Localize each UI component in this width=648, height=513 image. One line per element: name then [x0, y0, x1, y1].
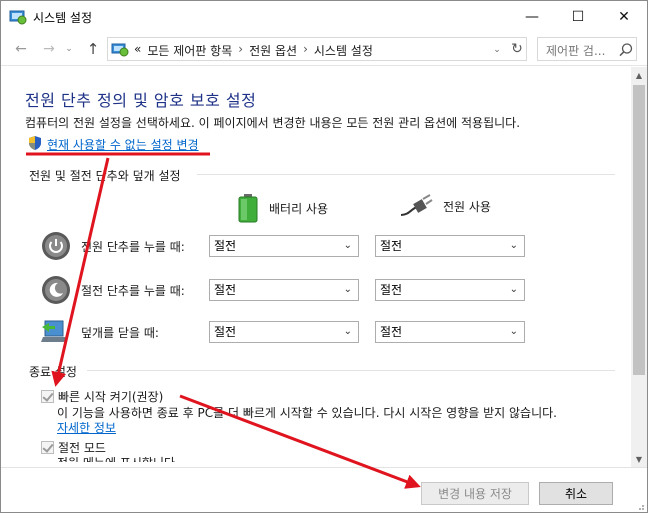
sleep-button-icon [42, 276, 70, 304]
title-bar: 시스템 설정 — ☐ ✕ [1, 1, 647, 32]
arrow-right-icon: → [43, 41, 55, 57]
scroll-down-button[interactable]: ▼ [631, 451, 647, 467]
chevron-down-icon: ⌄ [509, 240, 518, 251]
forward-button[interactable]: → [39, 40, 59, 58]
triangle-up-icon: ▲ [635, 70, 643, 80]
refresh-button[interactable]: ↻ [508, 40, 526, 58]
page-title: 전원 단추 정의 및 암호 보호 설정 [25, 91, 257, 110]
battery-icon [238, 194, 258, 223]
breadcrumb-separator: › [238, 42, 244, 56]
sleep-checkbox[interactable] [41, 441, 54, 454]
uac-shield-icon [29, 136, 41, 150]
power-button-label: 전원 단추를 누를 때: [81, 240, 185, 254]
maximize-icon: ☐ [571, 8, 585, 25]
column-label-battery: 배터리 사용 [269, 201, 329, 216]
breadcrumb-overflow[interactable]: « [134, 42, 141, 59]
chevron-down-icon: ⌄ [509, 326, 518, 337]
search-placeholder: 제어판 검... [546, 44, 606, 58]
chevron-down-icon: ⌄ [343, 284, 352, 295]
up-button[interactable]: ↑ [83, 40, 103, 58]
arrow-left-icon: ← [15, 41, 27, 57]
section-divider [87, 370, 615, 371]
column-label-plugged-in: 전원 사용 [443, 199, 491, 214]
address-dropdown-button[interactable]: ⌄ [488, 41, 506, 59]
scroll-up-button[interactable]: ▲ [631, 67, 647, 83]
control-panel-icon [111, 43, 129, 57]
minimize-button[interactable]: — [509, 1, 555, 32]
select-value: 절전 [214, 239, 237, 253]
section-divider [197, 174, 615, 175]
scrollbar-thumb[interactable] [633, 85, 645, 375]
power-buttons-section-title: 전원 및 절전 단추와 덮개 설정 [29, 169, 181, 183]
breadcrumb-item-power-options[interactable]: 전원 옵션 [249, 42, 297, 59]
close-icon: ✕ [618, 8, 630, 25]
power-button-battery-select[interactable]: 절전 ⌄ [209, 235, 359, 257]
column-header-plugged-in: 전원 사용 [399, 193, 491, 219]
lid-close-label: 덮개를 닫을 때: [81, 326, 159, 340]
select-value: 절전 [380, 239, 403, 253]
main-content: 전원 단추 정의 및 암호 보호 설정 컴퓨터의 전원 설정을 선택하세요. 이… [1, 67, 631, 467]
close-button[interactable]: ✕ [601, 1, 647, 32]
minimize-icon: — [525, 8, 539, 25]
chevron-down-icon: ⌄ [65, 44, 73, 54]
power-plug-icon [400, 194, 433, 216]
triangle-down-icon: ▼ [635, 454, 643, 464]
chevron-down-icon: ⌄ [343, 240, 352, 251]
arrow-up-icon: ↑ [86, 40, 100, 58]
refresh-icon: ↻ [511, 41, 523, 57]
select-value: 절전 [380, 283, 403, 297]
sleep-button-plugged-select[interactable]: 절전 ⌄ [375, 279, 525, 301]
lid-close-battery-select[interactable]: 절전 ⌄ [209, 321, 359, 343]
page-description: 컴퓨터의 전원 설정을 선택하세요. 이 페이지에서 변경한 내용은 모든 전원… [25, 116, 521, 130]
select-value: 절전 [380, 325, 403, 339]
back-button[interactable]: ← [11, 40, 31, 58]
window-title: 시스템 설정 [33, 11, 93, 25]
sleep-description: 전원 메뉴에 표시합니다. [57, 454, 179, 462]
address-bar[interactable]: « 모든 제어판 항목 › 전원 옵션 › 시스템 설정 ⌄ ↻ [107, 37, 527, 61]
system-settings-window: 시스템 설정 — ☐ ✕ ← → ⌄ ↑ « 모든 제어판 항목 › 전원 옵션… [0, 0, 648, 513]
maximize-button[interactable]: ☐ [555, 1, 601, 32]
fast-startup-checkbox-row[interactable]: 빠른 시작 켜기(권장) [41, 388, 163, 405]
lid-close-plugged-select[interactable]: 절전 ⌄ [375, 321, 525, 343]
sleep-button-battery-select[interactable]: 절전 ⌄ [209, 279, 359, 301]
resize-grip-icon[interactable] [635, 501, 645, 511]
select-value: 절전 [214, 325, 237, 339]
breadcrumb-item-all-control-panel[interactable]: 모든 제어판 항목 [147, 42, 232, 59]
power-button-icon [42, 232, 70, 260]
search-input[interactable]: 제어판 검... [537, 37, 637, 61]
footer-bar: 변경 내용 저장 취소 [1, 467, 647, 512]
more-info-link[interactable]: 자세한 정보 [57, 419, 116, 436]
laptop-lid-icon [41, 320, 67, 342]
chevron-down-icon: ⌄ [343, 326, 352, 337]
column-header-battery: 배터리 사용 [237, 193, 328, 223]
fast-startup-label: 빠른 시작 켜기(권장) [58, 390, 164, 404]
control-panel-icon [9, 10, 27, 25]
fast-startup-description: 이 기능을 사용하면 종료 후 PC를 더 빠르게 시작할 수 있습니다. 다시… [57, 406, 557, 420]
change-unavailable-settings-link[interactable]: 현재 사용할 수 없는 설정 변경 [47, 136, 199, 153]
recent-locations-button[interactable]: ⌄ [63, 40, 75, 58]
search-icon [619, 43, 633, 57]
navigation-bar: ← → ⌄ ↑ « 모든 제어판 항목 › 전원 옵션 › 시스템 설정 ⌄ ↻… [1, 32, 647, 66]
cancel-button[interactable]: 취소 [539, 482, 613, 505]
breadcrumb: « 모든 제어판 항목 › 전원 옵션 › 시스템 설정 [134, 42, 373, 59]
breadcrumb-separator: › [303, 42, 308, 56]
power-button-plugged-select[interactable]: 절전 ⌄ [375, 235, 525, 257]
shutdown-section-title: 종료 설정 [29, 365, 77, 379]
breadcrumb-item-system-settings[interactable]: 시스템 설정 [314, 42, 373, 59]
select-value: 절전 [214, 283, 237, 297]
fast-startup-checkbox[interactable] [41, 390, 54, 403]
vertical-scrollbar[interactable]: ▲ ▼ [631, 67, 647, 467]
chevron-down-icon: ⌄ [509, 284, 518, 295]
save-changes-button[interactable]: 변경 내용 저장 [421, 482, 529, 505]
sleep-button-label: 절전 단추를 누를 때: [81, 284, 185, 298]
chevron-down-icon: ⌄ [493, 45, 501, 55]
